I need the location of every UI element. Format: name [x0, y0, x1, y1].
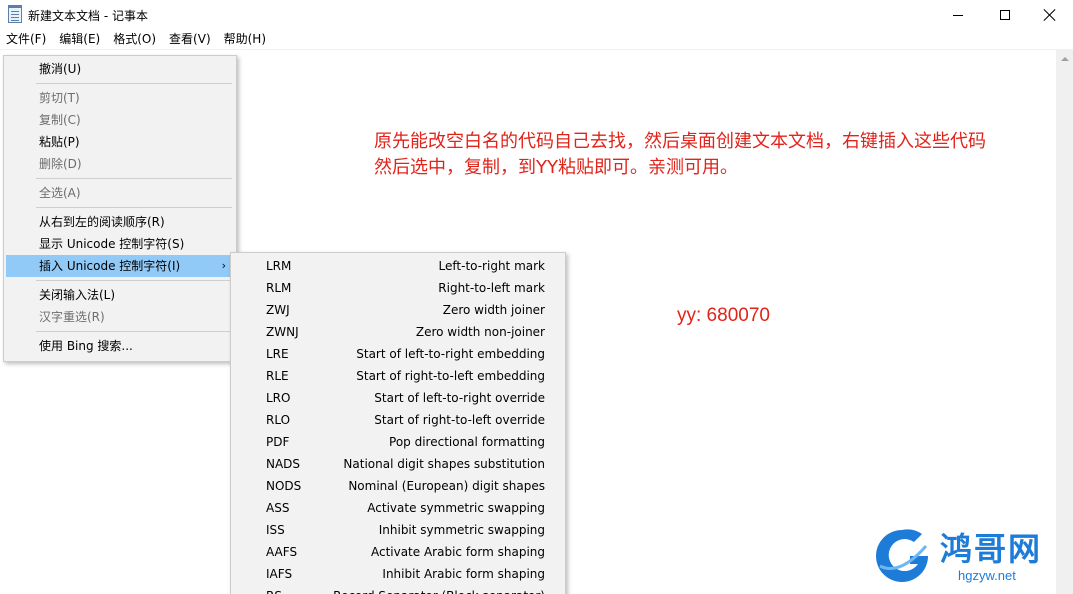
submenu-code: RS — [266, 585, 282, 594]
submenu-code: LRE — [266, 347, 289, 361]
submenu-code: LRM — [266, 259, 292, 273]
minimize-icon — [953, 14, 963, 16]
submenu-desc: Nominal (European) digit shapes — [348, 479, 545, 493]
context-item-undo[interactable]: 撤消(U) — [6, 58, 234, 80]
submenu-desc: Record Separator (Block separator) — [333, 585, 545, 594]
menu-separator — [36, 331, 232, 332]
submenu-desc: Pop directional formatting — [389, 435, 545, 449]
scroll-up-button[interactable] — [1056, 50, 1073, 67]
watermark: 鸿哥网 hgzyw.net — [870, 522, 1070, 592]
submenu-item-rlm[interactable]: RLM Right-to-left mark — [233, 277, 565, 299]
context-item-bing-search[interactable]: 使用 Bing 搜索... — [6, 335, 234, 357]
maximize-icon — [1000, 10, 1010, 20]
menu-help[interactable]: 帮助(H) — [218, 30, 273, 49]
submenu-code: NADS — [266, 457, 301, 471]
submenu-item-lrm[interactable]: LRM Left-to-right mark — [233, 255, 565, 277]
submenu-item-iafs[interactable]: IAFS Inhibit Arabic form shaping — [233, 563, 565, 585]
submenu-code: PDF — [266, 435, 290, 449]
context-item-cut[interactable]: 剪切(T) — [6, 87, 234, 109]
menu-edit[interactable]: 编辑(E) — [53, 30, 107, 49]
menu-separator — [36, 207, 232, 208]
submenu-desc: Zero width non-joiner — [415, 325, 545, 339]
chevron-right-icon: › — [221, 259, 226, 272]
submenu-desc: Right-to-left mark — [438, 281, 545, 295]
submenu-item-rle[interactable]: RLE Start of right-to-left embedding — [233, 365, 565, 387]
context-item-reconvert[interactable]: 汉字重选(R) — [6, 306, 234, 328]
context-item-close-ime[interactable]: 关闭输入法(L) — [6, 284, 234, 306]
submenu-desc: National digit shapes substitution — [343, 457, 545, 471]
notepad-icon — [8, 5, 22, 23]
context-item-delete[interactable]: 删除(D) — [6, 153, 234, 175]
submenu-desc: Zero width joiner — [442, 303, 545, 317]
submenu-code: RLO — [266, 413, 291, 427]
yy-id-text: yy: 680070 — [677, 305, 770, 326]
context-item-select-all[interactable]: 全选(A) — [6, 182, 234, 204]
menu-separator — [36, 280, 232, 281]
submenu-item-ass[interactable]: ASS Activate symmetric swapping — [233, 497, 565, 519]
window-title: 新建文本文档 - 记事本 — [28, 9, 148, 23]
chevron-up-icon — [1060, 56, 1069, 61]
submenu-item-nods[interactable]: NODS Nominal (European) digit shapes — [233, 475, 565, 497]
submenu-item-pdf[interactable]: PDF Pop directional formatting — [233, 431, 565, 453]
context-item-insert-unicode[interactable]: 插入 Unicode 控制字符(I) › — [6, 255, 234, 277]
submenu-desc: Inhibit symmetric swapping — [378, 523, 545, 537]
submenu-item-zwnj[interactable]: ZWNJ Zero width non-joiner — [233, 321, 565, 343]
context-item-rtl-reading[interactable]: 从右到左的阅读顺序(R) — [6, 211, 234, 233]
submenu-code: AAFS — [266, 545, 298, 559]
maximize-button[interactable] — [982, 0, 1028, 30]
document-line: 然后选中，复制，到YY粘贴即可。亲测可用。 — [374, 157, 738, 178]
watermark-title: 鸿哥网 — [940, 530, 1043, 568]
submenu-desc: Start of right-to-left override — [374, 413, 545, 427]
close-icon — [1044, 9, 1056, 21]
submenu-code: NODS — [266, 479, 302, 493]
submenu-item-aafs[interactable]: AAFS Activate Arabic form shaping — [233, 541, 565, 563]
context-item-copy[interactable]: 复制(C) — [6, 109, 234, 131]
submenu-code: ASS — [266, 501, 290, 515]
submenu-desc: Activate symmetric swapping — [367, 501, 545, 515]
watermark-url: hgzyw.net — [958, 568, 1016, 583]
submenu-item-rs[interactable]: RS Record Separator (Block separator) — [233, 585, 565, 594]
submenu-code: ISS — [266, 523, 285, 537]
menu-file[interactable]: 文件(F) — [0, 30, 53, 49]
submenu-code: RLE — [266, 369, 289, 383]
close-button[interactable] — [1027, 0, 1073, 30]
submenu-code: IAFS — [266, 567, 293, 581]
submenu-code: RLM — [266, 281, 292, 295]
submenu-desc: Start of left-to-right embedding — [356, 347, 545, 361]
document-line: 原先能改空白名的代码自己去找，然后桌面创建文本文档，右键插入这些代码 — [374, 131, 986, 152]
submenu-item-zwj[interactable]: ZWJ Zero width joiner — [233, 299, 565, 321]
menu-separator — [36, 83, 232, 84]
document-text: 原先能改空白名的代码自己去找，然后桌面创建文本文档，右键插入这些代码 然后选中，… — [374, 129, 1059, 181]
submenu-item-lro[interactable]: LRO Start of left-to-right override — [233, 387, 565, 409]
menu-view[interactable]: 查看(V) — [163, 30, 218, 49]
site-logo-icon — [876, 529, 928, 582]
submenu-code: ZWNJ — [266, 325, 299, 339]
submenu-desc: Activate Arabic form shaping — [370, 545, 545, 559]
context-item-paste[interactable]: 粘贴(P) — [6, 131, 234, 153]
submenu-code: ZWJ — [266, 303, 290, 317]
context-item-show-unicode[interactable]: 显示 Unicode 控制字符(S) — [6, 233, 234, 255]
context-menu: 撤消(U) 剪切(T) 复制(C) 粘贴(P) 删除(D) 全选(A) 从右到左… — [3, 55, 237, 362]
menu-separator — [36, 178, 232, 179]
submenu-item-iss[interactable]: ISS Inhibit symmetric swapping — [233, 519, 565, 541]
menu-bar: 文件(F) 编辑(E) 格式(O) 查看(V) 帮助(H) — [0, 30, 1073, 49]
submenu-desc: Left-to-right mark — [438, 259, 545, 273]
menu-format[interactable]: 格式(O) — [107, 30, 163, 49]
minimize-button[interactable] — [935, 0, 981, 30]
submenu-desc: Start of left-to-right override — [374, 391, 545, 405]
submenu-item-nads[interactable]: NADS National digit shapes substitution — [233, 453, 565, 475]
submenu-code: LRO — [266, 391, 291, 405]
submenu-desc: Inhibit Arabic form shaping — [382, 567, 545, 581]
context-item-label: 插入 Unicode 控制字符(I) — [39, 259, 181, 273]
submenu-item-rlo[interactable]: RLO Start of right-to-left override — [233, 409, 565, 431]
unicode-submenu: LRM Left-to-right mark RLM Right-to-left m… — [230, 252, 566, 594]
submenu-item-lre[interactable]: LRE Start of left-to-right embedding — [233, 343, 565, 365]
submenu-desc: Start of right-to-left embedding — [356, 369, 545, 383]
title-bar: 新建文本文档 - 记事本 — [0, 0, 1073, 30]
